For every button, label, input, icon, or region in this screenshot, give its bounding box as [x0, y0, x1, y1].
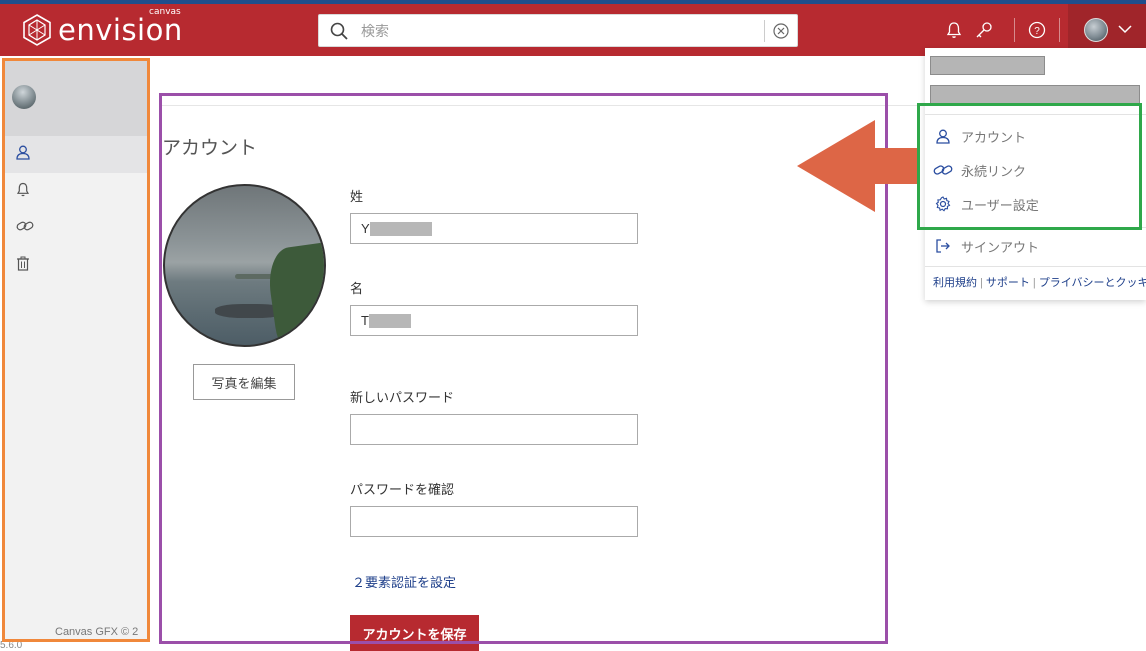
search-box[interactable]	[318, 14, 798, 47]
header-divider	[1014, 18, 1015, 42]
footer-links: 利用規約|サポート|プライバシーとクッキー	[933, 274, 1146, 290]
chevron-down-icon	[1118, 21, 1132, 39]
svg-text:?: ?	[1034, 26, 1040, 37]
menu-highlight-box	[917, 103, 1142, 230]
menu-divider	[925, 266, 1146, 267]
key-icon[interactable]	[972, 18, 996, 42]
content-highlight-box	[159, 93, 888, 644]
avatar	[1084, 18, 1108, 42]
support-link[interactable]: サポート	[986, 277, 1030, 289]
sidebar-highlight-box	[2, 58, 150, 642]
search-icon[interactable]	[319, 14, 359, 47]
terms-link[interactable]: 利用規約	[933, 277, 977, 289]
privacy-link[interactable]: プライバシーとクッキー	[1039, 277, 1146, 289]
help-icon[interactable]: ?	[1025, 18, 1049, 42]
search-input[interactable]	[359, 16, 764, 45]
brand-subword: canvas	[149, 7, 181, 17]
redacted-username	[930, 56, 1045, 75]
menu-item-signout[interactable]: サインアウト	[933, 235, 1039, 257]
redacted-email	[930, 85, 1140, 104]
left-arrow-icon	[797, 120, 917, 212]
envision-logo[interactable]: envision canvas	[22, 7, 183, 48]
brand-wordmark: envision canvas	[58, 7, 183, 47]
menu-item-label: サインアウト	[961, 239, 1040, 255]
header-divider	[1059, 18, 1060, 42]
link-separator: |	[980, 277, 983, 289]
envision-logo-icon	[23, 14, 51, 46]
sign-out-icon	[933, 236, 953, 256]
link-separator: |	[1032, 277, 1036, 289]
clear-search-icon[interactable]	[765, 14, 797, 47]
notifications-bell-icon[interactable]	[942, 18, 966, 42]
